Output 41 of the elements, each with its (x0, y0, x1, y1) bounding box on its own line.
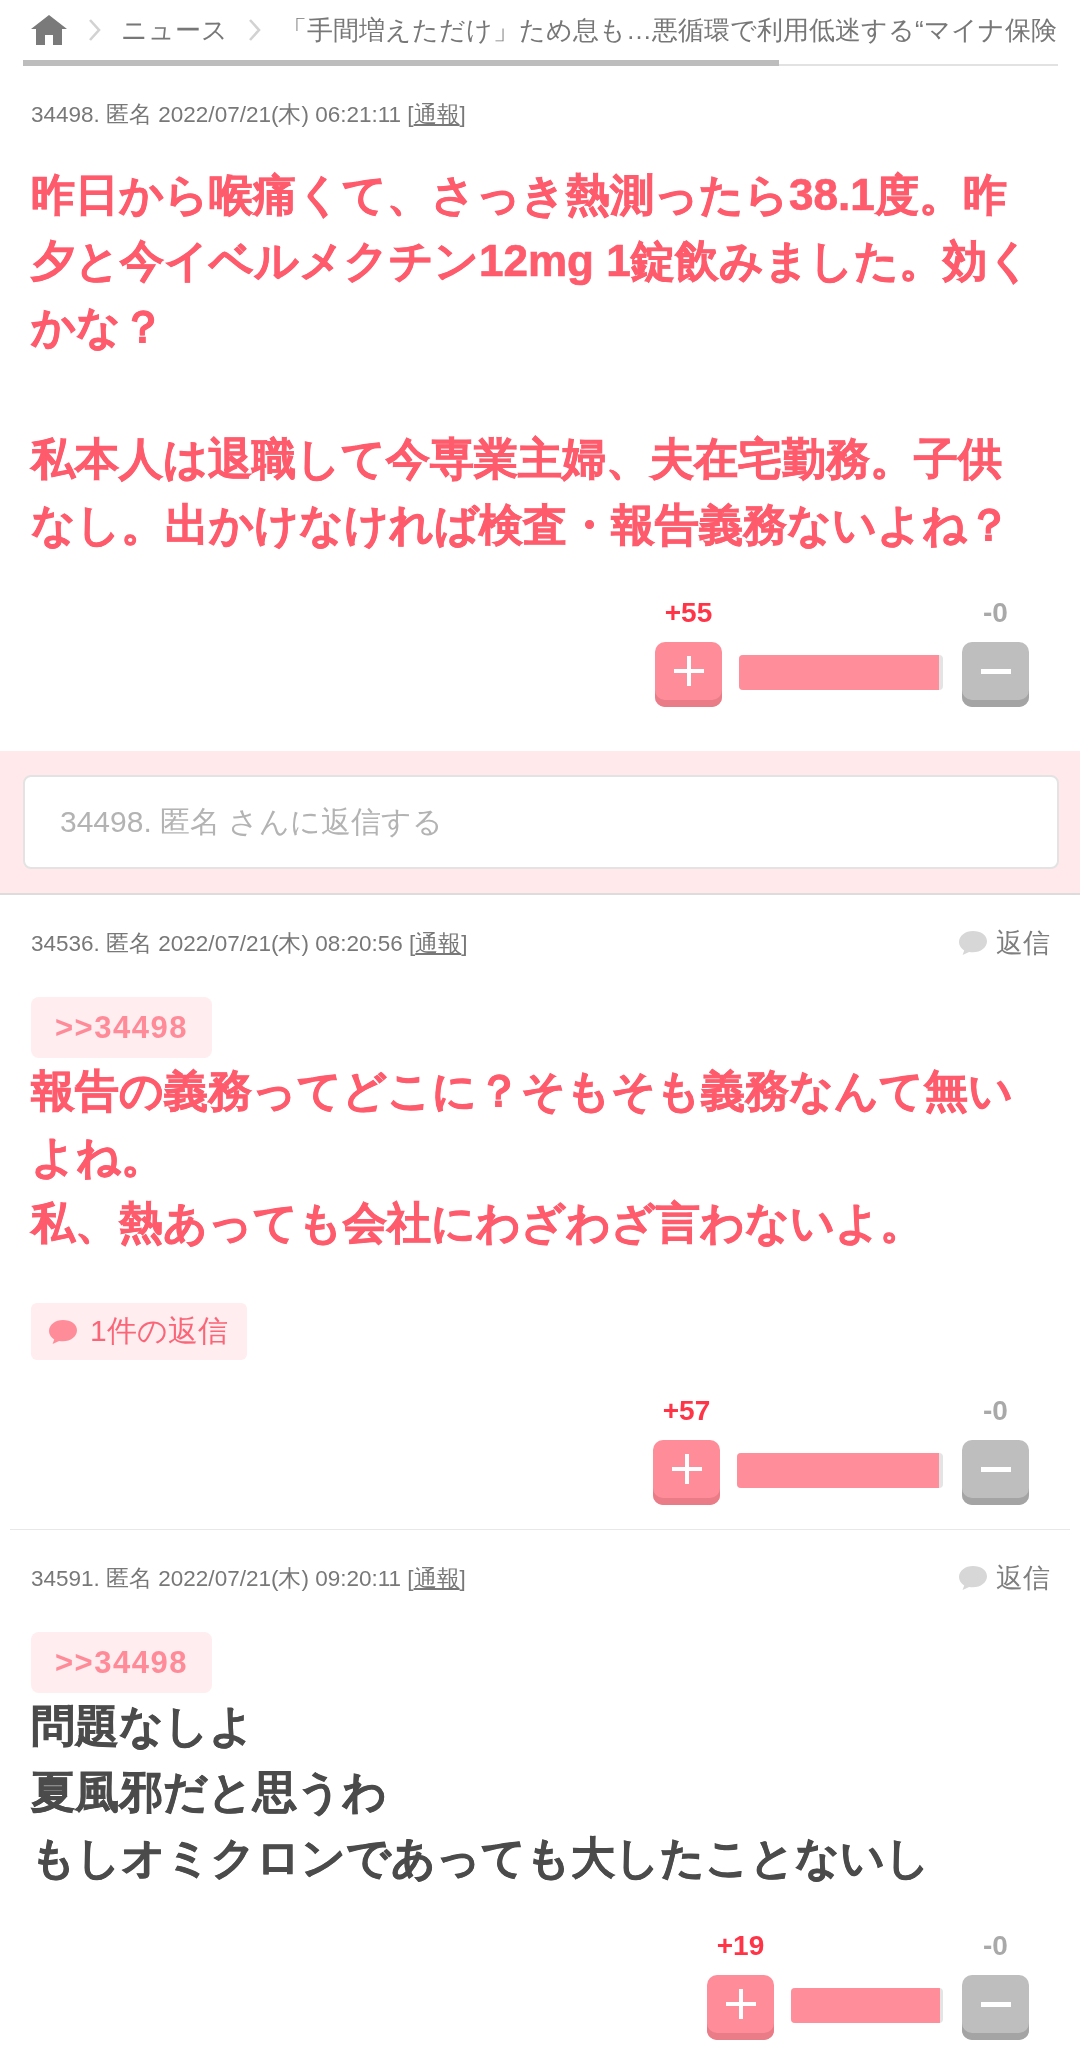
home-icon[interactable] (30, 14, 68, 46)
comment-text: 報告の義務ってどこに？そもそも義務なんて無いよね。 (31, 1065, 1014, 1183)
minus-icon (980, 2001, 1011, 2007)
report-link[interactable]: 通報 (415, 930, 462, 956)
minus-count: -0 (983, 598, 1008, 628)
comment-meta: 34536. 匿名 2022/07/21(木) 08:20:56 [通報] (31, 929, 468, 958)
comment-meta: 34591. 匿名 2022/07/21(木) 09:20:11 [通報] (31, 1564, 466, 1593)
plus-count: +19 (716, 1931, 765, 1961)
minus-icon (980, 1466, 1011, 1472)
plus-count: +55 (664, 598, 713, 628)
plus-icon (673, 656, 704, 686)
plus-button[interactable] (653, 1440, 720, 1505)
reply-field[interactable]: 34498. 匿名 さんに返信する (23, 775, 1059, 869)
chevron-icon (88, 18, 101, 42)
minus-button[interactable] (962, 642, 1029, 707)
minus-count: -0 (983, 1396, 1008, 1426)
comment-meta: 34498. 匿名 2022/07/21(木) 06:21:11 [通報] (31, 100, 466, 129)
minus-button[interactable] (962, 1440, 1029, 1505)
speech-bubble-icon (958, 1565, 988, 1591)
plus-icon (671, 1454, 702, 1484)
plus-button[interactable] (707, 1975, 774, 2040)
breadcrumb-link[interactable]: ニュース (121, 12, 228, 48)
comment-text: 私、熱あっても会社にわざわざ言わないよ。 (31, 1197, 925, 1249)
plus-icon (725, 1989, 756, 2019)
plus-count: +57 (662, 1396, 711, 1426)
page-title: 「手間増えただけ」ため息も…悪循環で利用低迷する“マイナ保険 (281, 13, 1057, 47)
minus-count: -0 (983, 1931, 1008, 1961)
replies-button[interactable]: 1件の返信 (31, 1303, 247, 1360)
reply-button[interactable]: 返信 (958, 925, 1050, 961)
comment-text: 夏風邪だと思うわ (31, 1766, 388, 1818)
comment-text: もしオミクロンであっても大したことないし (31, 1832, 931, 1884)
speech-bubble-icon (958, 930, 988, 956)
comment-text: 昨日から喉痛くて、さっき熱測ったら38.1度。昨夕と今イベルメクチン12mg 1錠飲みました。効くかな？ (31, 169, 1033, 353)
speech-bubble-icon (48, 1318, 78, 1345)
chevron-icon (248, 18, 261, 42)
comment-text: 私本人は退職して今専業主婦、夫在宅勤務。子供なし。出かけなければ検査・報告義務ないよね？ (31, 433, 1012, 551)
plus-button[interactable] (655, 642, 722, 707)
minus-icon (980, 668, 1011, 674)
comment-text: 問題なしよ (31, 1700, 255, 1752)
minus-button[interactable] (962, 1975, 1029, 2040)
reply-button[interactable]: 返信 (958, 1560, 1050, 1596)
